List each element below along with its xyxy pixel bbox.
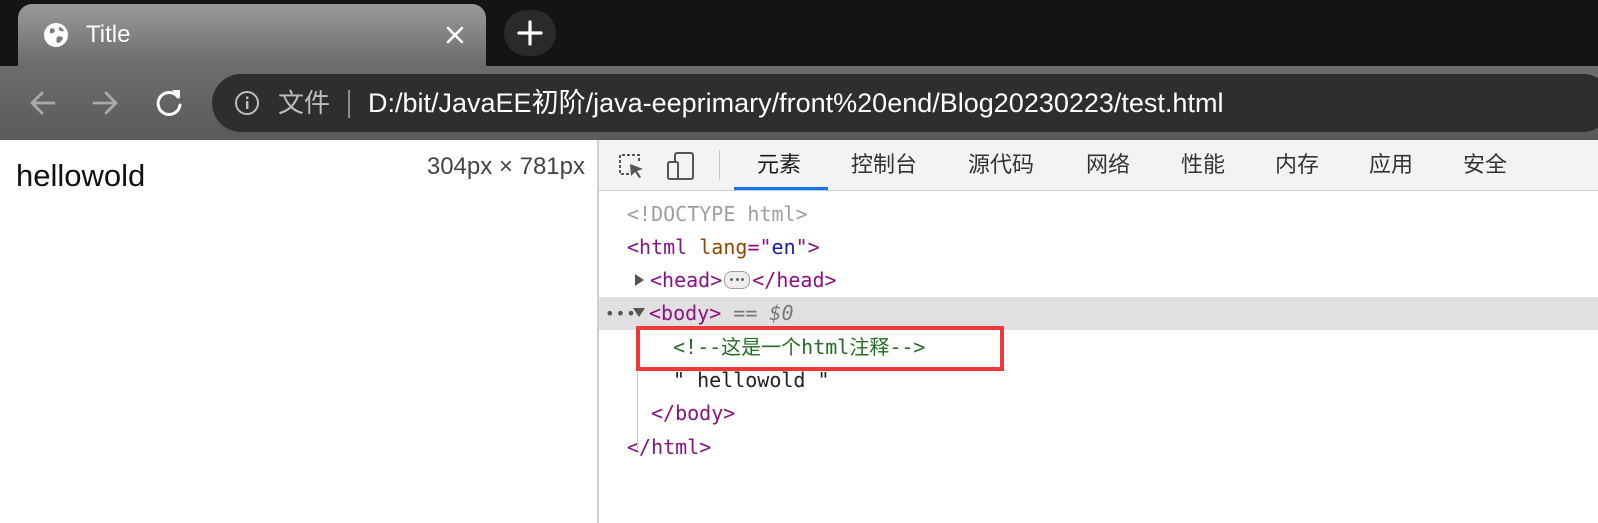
url-text[interactable]: D:/bit/JavaEE初阶/java-eeprimary/front%20e… <box>368 86 1223 120</box>
tab-sources[interactable]: 源代码 <box>968 152 1034 178</box>
tree-indent-guide <box>637 372 638 449</box>
tab-network[interactable]: 网络 <box>1086 152 1130 178</box>
toolbar-divider <box>719 150 720 180</box>
head-close-tag: </head> <box>752 268 837 292</box>
plus-icon <box>517 20 543 46</box>
tab-console[interactable]: 控制台 <box>851 152 917 178</box>
dom-node-doctype[interactable]: <!DOCTYPE html> <box>599 198 1598 231</box>
active-tab-indicator <box>734 187 828 190</box>
devtools-toolbar: 元素 控制台 源代码 网络 性能 内存 应用 安全 <box>599 140 1598 191</box>
text-node-value: " hellowold " <box>673 368 830 392</box>
dom-node-html-close[interactable]: </html> <box>599 431 1598 464</box>
selected-node-marker: == $0 <box>733 301 794 325</box>
html-open-tag: <html <box>627 235 688 259</box>
reload-icon[interactable] <box>152 86 186 120</box>
body-open-tag: <body> <box>649 301 722 325</box>
address-separator <box>348 90 350 118</box>
collapsed-ellipsis-icon[interactable] <box>724 270 751 289</box>
head-open-tag: <head> <box>650 268 723 292</box>
html-attr-eq: =" <box>747 235 772 259</box>
html-attr-close: "> <box>795 235 820 259</box>
device-toggle-icon[interactable] <box>665 150 697 182</box>
expand-triangle-icon[interactable] <box>635 273 644 286</box>
info-circle-icon[interactable] <box>234 90 260 116</box>
html-close-tag: </html> <box>627 435 712 459</box>
tab-memory[interactable]: 内存 <box>1275 152 1319 178</box>
address-bar[interactable]: 文件 D:/bit/JavaEE初阶/java-eeprimary/front%… <box>212 74 1598 132</box>
collapse-triangle-icon[interactable] <box>633 308 645 317</box>
annotation-highlight-box <box>636 326 1004 371</box>
viewport-size-readout: 304px × 781px <box>426 153 585 180</box>
arrow-left-icon[interactable] <box>26 86 60 120</box>
tab-application[interactable]: 应用 <box>1369 152 1413 178</box>
new-tab-button[interactable] <box>504 10 556 56</box>
dom-node-html[interactable]: <html lang="en"> <box>599 231 1598 264</box>
dom-node-body-close[interactable]: </body> <box>599 397 1598 430</box>
tab-elements[interactable]: 元素 <box>757 152 801 178</box>
globe-icon <box>44 23 68 47</box>
arrow-right-icon[interactable] <box>88 86 122 120</box>
inspect-element-icon[interactable] <box>615 150 647 182</box>
browser-toolbar: 文件 D:/bit/JavaEE初阶/java-eeprimary/front%… <box>0 66 1598 140</box>
url-scheme-label: 文件 <box>278 88 331 118</box>
page-viewport: hellowold 304px × 781px <box>0 140 597 523</box>
doctype-text: <!DOCTYPE html> <box>627 202 808 226</box>
close-icon[interactable] <box>444 24 466 46</box>
page-body-text: hellowold <box>16 158 146 193</box>
dom-node-head[interactable]: <head> </head> <box>599 264 1598 297</box>
html-attr-value: en <box>771 235 796 259</box>
html-attr-name: lang <box>699 235 748 259</box>
browser-tab[interactable]: Title <box>18 4 486 66</box>
tab-title: Title <box>86 21 131 48</box>
tab-performance[interactable]: 性能 <box>1181 152 1225 178</box>
browser-tabstrip: Title <box>0 0 1598 66</box>
body-close-tag: </body> <box>651 401 736 425</box>
tab-security[interactable]: 安全 <box>1463 152 1507 178</box>
